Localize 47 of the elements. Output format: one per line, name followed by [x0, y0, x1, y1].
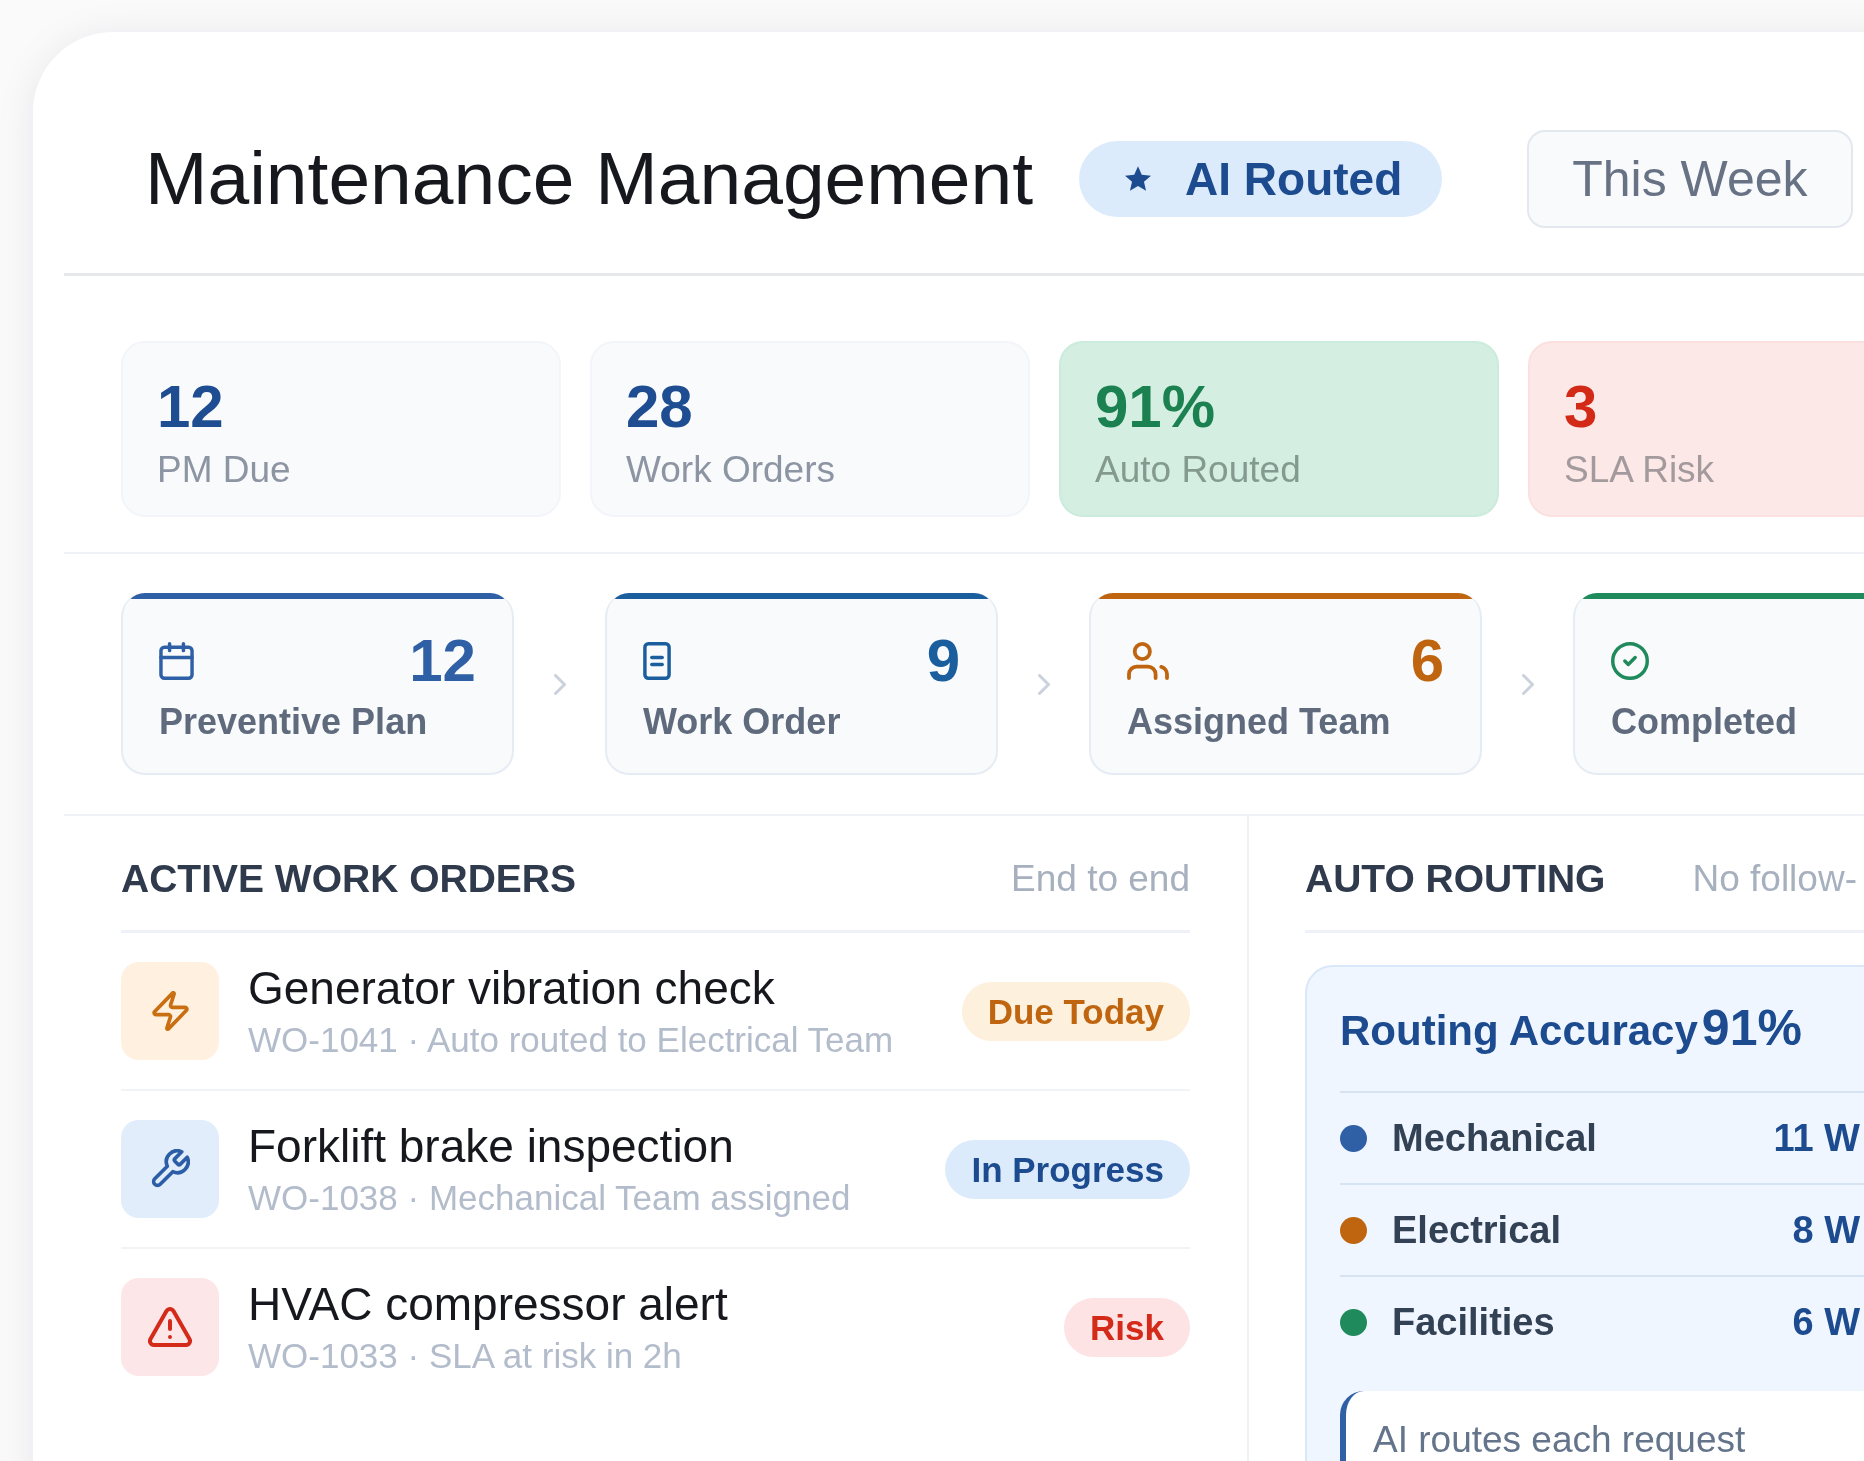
team-name: Electrical	[1392, 1211, 1561, 1249]
check-circle-icon	[1611, 642, 1649, 680]
section-note: End to end	[1011, 860, 1190, 897]
accuracy-label: Routing Accuracy	[1340, 1010, 1698, 1052]
stage-count: 12	[409, 631, 476, 691]
stage-count: 9	[926, 631, 960, 691]
stat-label: PM Due	[157, 451, 291, 488]
stage-label: Preventive Plan	[159, 704, 429, 740]
stage-label: Completed	[1611, 704, 1798, 740]
team-name: Facilities	[1392, 1303, 1555, 1341]
accuracy-value: 91%	[1701, 1003, 1802, 1053]
section-note: No follow-	[1692, 860, 1857, 897]
calendar-icon	[159, 642, 194, 680]
stat-value: 3	[1564, 377, 1598, 437]
status-badge: In Progress	[945, 1139, 1190, 1199]
status-badge: Due Today	[961, 981, 1190, 1041]
chevron-right-icon	[553, 673, 566, 695]
stage-label: Work Order	[643, 704, 842, 740]
document-icon	[643, 642, 671, 680]
date-range-button[interactable]: This Week	[1527, 129, 1853, 228]
section-title: AUTO ROUTING	[1305, 859, 1606, 898]
section-title: ACTIVE WORK ORDERS	[121, 859, 576, 898]
stat-label: SLA Risk	[1564, 451, 1715, 488]
work-order-count: 11 W	[1773, 1119, 1860, 1157]
chevron-right-icon	[1521, 673, 1534, 695]
stat-label: Work Orders	[626, 451, 835, 488]
team-name: Mechanical	[1392, 1119, 1597, 1157]
work-order-detail: WO-1038 · Mechanical Team assigned	[248, 1180, 851, 1215]
work-order-detail: WO-1033 · SLA at risk in 2h	[248, 1338, 682, 1373]
work-order-title: Generator vibration check	[248, 965, 775, 1011]
star-icon	[1125, 166, 1152, 191]
stat-value: 12	[157, 377, 224, 437]
status-badge: Risk	[1064, 1297, 1190, 1357]
work-order-count: 8 W	[1792, 1211, 1860, 1249]
wrench-icon	[121, 1120, 219, 1218]
chevron-right-icon	[1037, 673, 1050, 695]
work-order-detail: WO-1041 · Auto routed to Electrical Team	[248, 1022, 894, 1057]
stage-count: 6	[1410, 631, 1444, 691]
lightning-bolt-icon	[121, 962, 219, 1060]
work-order-count: 6 W	[1792, 1303, 1860, 1341]
stat-value: 28	[626, 377, 693, 437]
stage-label: Assigned Team	[1127, 704, 1392, 740]
stat-value: 91%	[1095, 377, 1216, 437]
stat-label: Auto Routed	[1095, 451, 1301, 488]
note-text: AI routes each request	[1373, 1419, 1746, 1460]
users-icon	[1127, 642, 1169, 680]
ai-routed-label: AI Routed	[1185, 155, 1403, 202]
